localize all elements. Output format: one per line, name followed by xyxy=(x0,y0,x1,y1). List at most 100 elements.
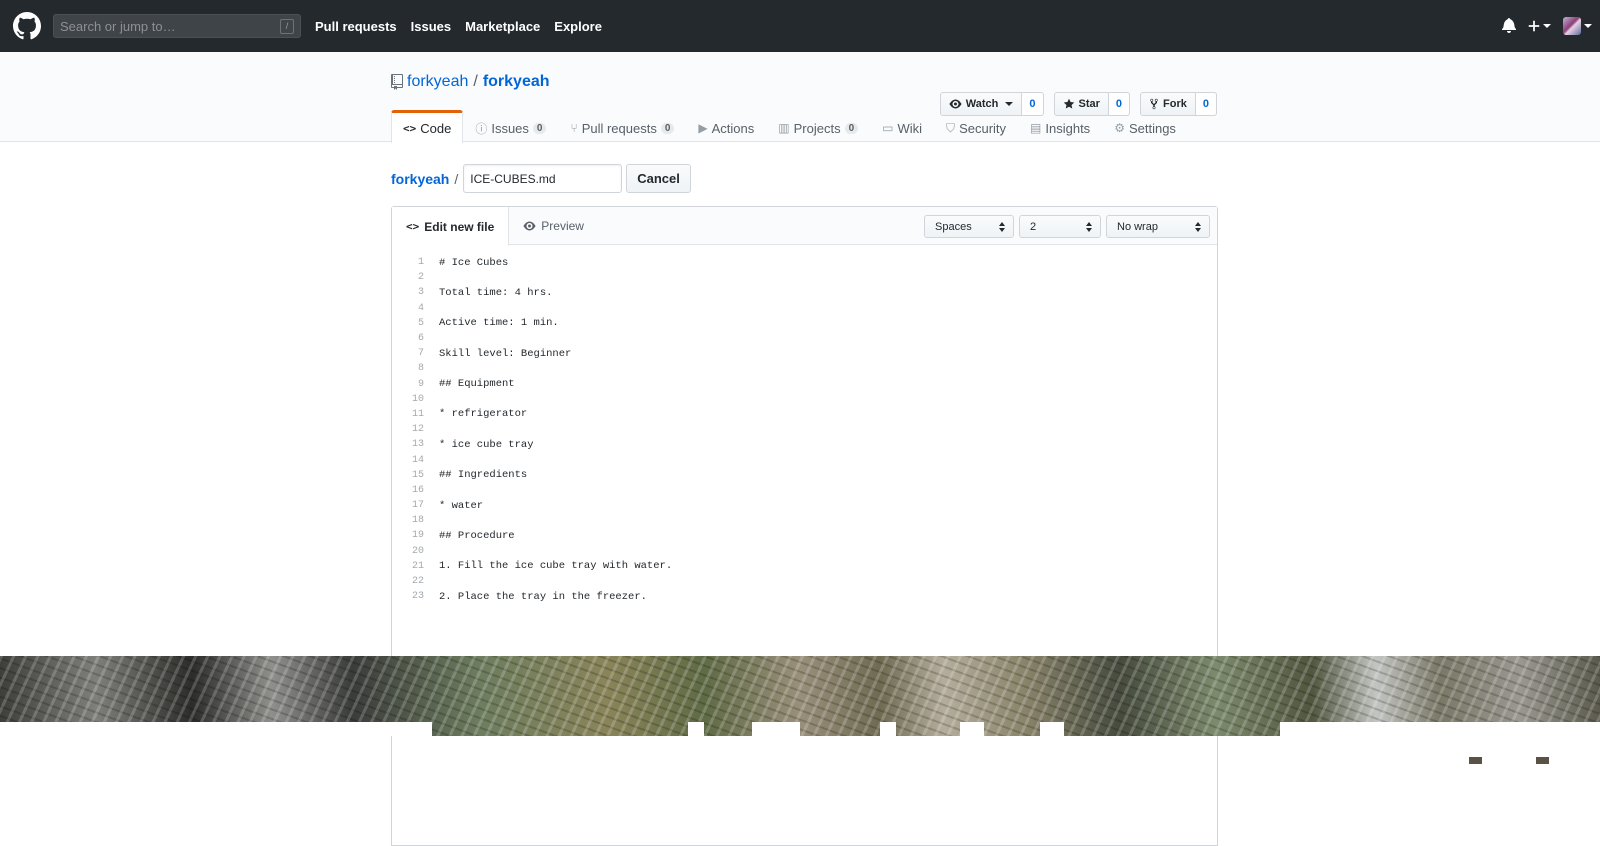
tab-insights[interactable]: ▤ Insights xyxy=(1018,110,1102,143)
chevron-down-icon xyxy=(1005,102,1014,106)
tab-edit-new-file[interactable]: <> Edit new file xyxy=(392,207,510,246)
code-icon: <> xyxy=(406,220,420,233)
line-number: 14 xyxy=(411,454,424,466)
tab-preview-label: Preview xyxy=(541,219,584,233)
line-content[interactable]: # Ice Cubes xyxy=(439,257,508,269)
code-line[interactable]: 13 * ice cube tray xyxy=(392,437,1217,452)
tab-issues[interactable]: ⓘ Issues 0 xyxy=(463,110,558,143)
line-content[interactable]: Skill level: Beginner xyxy=(439,348,571,360)
photo-fragment xyxy=(1536,757,1549,764)
code-line[interactable]: 22 xyxy=(392,574,1217,589)
repo-header: forkyeah / forkyeah Watch 0 Star 0 Fork … xyxy=(0,52,1600,143)
line-number: 1 xyxy=(417,257,424,269)
line-number: 17 xyxy=(411,500,424,512)
line-content[interactable]: * water xyxy=(439,500,483,512)
search-box[interactable]: / xyxy=(53,14,301,38)
chevron-down-icon xyxy=(1543,24,1551,28)
bell-icon[interactable] xyxy=(1502,17,1516,36)
tab-wiki[interactable]: ▭ Wiki xyxy=(870,110,934,143)
line-number: 23 xyxy=(411,591,424,603)
github-logo-icon[interactable] xyxy=(13,12,41,40)
editor-options: Spaces 2 No wrap xyxy=(924,215,1210,238)
repo-icon xyxy=(391,74,403,90)
line-content[interactable]: * ice cube tray xyxy=(439,439,534,451)
code-line[interactable]: 18 xyxy=(392,513,1217,528)
nav-issues[interactable]: Issues xyxy=(411,19,451,34)
graph-icon: ▤ xyxy=(1030,121,1042,135)
code-line[interactable]: 16 xyxy=(392,483,1217,498)
line-content[interactable]: ## Equipment xyxy=(439,378,515,390)
tab-settings[interactable]: ⚙ Settings xyxy=(1102,110,1188,143)
nav-pull-requests[interactable]: Pull requests xyxy=(315,19,397,34)
line-content[interactable]: ## Procedure xyxy=(439,530,515,542)
code-line[interactable]: 10 xyxy=(392,392,1217,407)
code-line[interactable]: 21 1. Fill the ice cube tray with water. xyxy=(392,559,1217,574)
line-number: 3 xyxy=(417,287,424,299)
wrap-mode-select[interactable]: No wrap xyxy=(1106,215,1210,238)
line-number: 11 xyxy=(411,408,424,420)
code-line[interactable]: 6 xyxy=(392,331,1217,346)
breadcrumb-root-link[interactable]: forkyeah xyxy=(391,171,449,187)
code-line[interactable]: 1 # Ice Cubes xyxy=(392,255,1217,270)
indent-size-select[interactable]: 2 xyxy=(1019,215,1101,238)
code-line[interactable]: 15 ## Ingredients xyxy=(392,468,1217,483)
line-number: 12 xyxy=(411,424,424,436)
line-content[interactable]: * refrigerator xyxy=(439,408,527,420)
repo-name-link[interactable]: forkyeah xyxy=(483,73,550,91)
repo-path-separator: / xyxy=(473,73,478,90)
code-line[interactable]: 17 * water xyxy=(392,498,1217,513)
line-content[interactable]: 2. Place the tray in the freezer. xyxy=(439,591,647,603)
tab-pull-requests-counter: 0 xyxy=(660,122,675,134)
repo-owner-link[interactable]: forkyeah xyxy=(407,73,468,91)
code-line[interactable]: 20 xyxy=(392,544,1217,559)
filename-input[interactable] xyxy=(463,164,623,193)
global-header: / Pull requests Issues Marketplace Explo… xyxy=(0,0,1600,52)
code-line[interactable]: 8 xyxy=(392,361,1217,376)
code-line[interactable]: 14 xyxy=(392,452,1217,467)
code-line[interactable]: 19 ## Procedure xyxy=(392,528,1217,543)
tab-issues-counter: 0 xyxy=(532,122,547,134)
code-line[interactable]: 4 xyxy=(392,301,1217,316)
repo-nav: <> Code ⓘ Issues 0 ⑂ Pull requests 0 ▶ A… xyxy=(391,110,1217,143)
tab-security[interactable]: ⛉ Security xyxy=(934,110,1018,143)
line-content[interactable]: 1. Fill the ice cube tray with water. xyxy=(439,560,672,572)
code-editor[interactable]: 1 # Ice Cubes 2 3 Total time: 4 hrs. 4 5 Active… xyxy=(392,245,1217,604)
nav-marketplace[interactable]: Marketplace xyxy=(465,19,540,34)
create-new-button[interactable] xyxy=(1528,19,1551,33)
line-number: 13 xyxy=(411,439,424,451)
header-actions xyxy=(1502,0,1592,52)
tab-actions[interactable]: ▶ Actions xyxy=(686,110,766,143)
code-line[interactable]: 7 Skill level: Beginner xyxy=(392,346,1217,361)
tab-projects[interactable]: ▥ Projects 0 xyxy=(766,110,870,143)
line-content[interactable]: ## Ingredients xyxy=(439,469,527,481)
file-editor: <> Edit new file Preview Spaces 2 No wra… xyxy=(391,206,1218,846)
line-number: 7 xyxy=(417,348,424,360)
tab-pull-requests-label: Pull requests xyxy=(581,120,657,136)
plus-icon xyxy=(1528,20,1540,32)
tab-code[interactable]: <> Code xyxy=(391,110,464,143)
code-line[interactable]: 11 * refrigerator xyxy=(392,407,1217,422)
select-arrows-icon xyxy=(1086,221,1092,232)
line-number: 8 xyxy=(417,363,424,375)
book-icon: ▭ xyxy=(882,121,894,135)
user-menu-button[interactable] xyxy=(1563,17,1592,35)
code-line[interactable]: 5 Active time: 1 min. xyxy=(392,316,1217,331)
search-input[interactable] xyxy=(60,18,280,34)
tab-pull-requests[interactable]: ⑂ Pull requests 0 xyxy=(558,110,686,143)
code-line[interactable]: 3 Total time: 4 hrs. xyxy=(392,285,1217,300)
gear-icon: ⚙ xyxy=(1114,121,1125,135)
code-line[interactable]: 23 2. Place the tray in the freezer. xyxy=(392,589,1217,604)
line-content[interactable]: Active time: 1 min. xyxy=(439,317,559,329)
code-line[interactable]: 2 xyxy=(392,270,1217,285)
code-line[interactable]: 12 xyxy=(392,422,1217,437)
cancel-button[interactable]: Cancel xyxy=(626,164,691,193)
nav-explore[interactable]: Explore xyxy=(554,19,602,34)
tab-preview[interactable]: Preview xyxy=(509,207,598,245)
chevron-down-icon xyxy=(1584,24,1592,28)
select-arrows-icon xyxy=(999,221,1005,232)
code-line[interactable]: 9 ## Equipment xyxy=(392,377,1217,392)
tab-wiki-label: Wiki xyxy=(897,120,923,136)
indent-mode-select[interactable]: Spaces xyxy=(924,215,1014,238)
line-content[interactable]: Total time: 4 hrs. xyxy=(439,287,552,299)
shield-icon: ⛉ xyxy=(946,120,956,135)
